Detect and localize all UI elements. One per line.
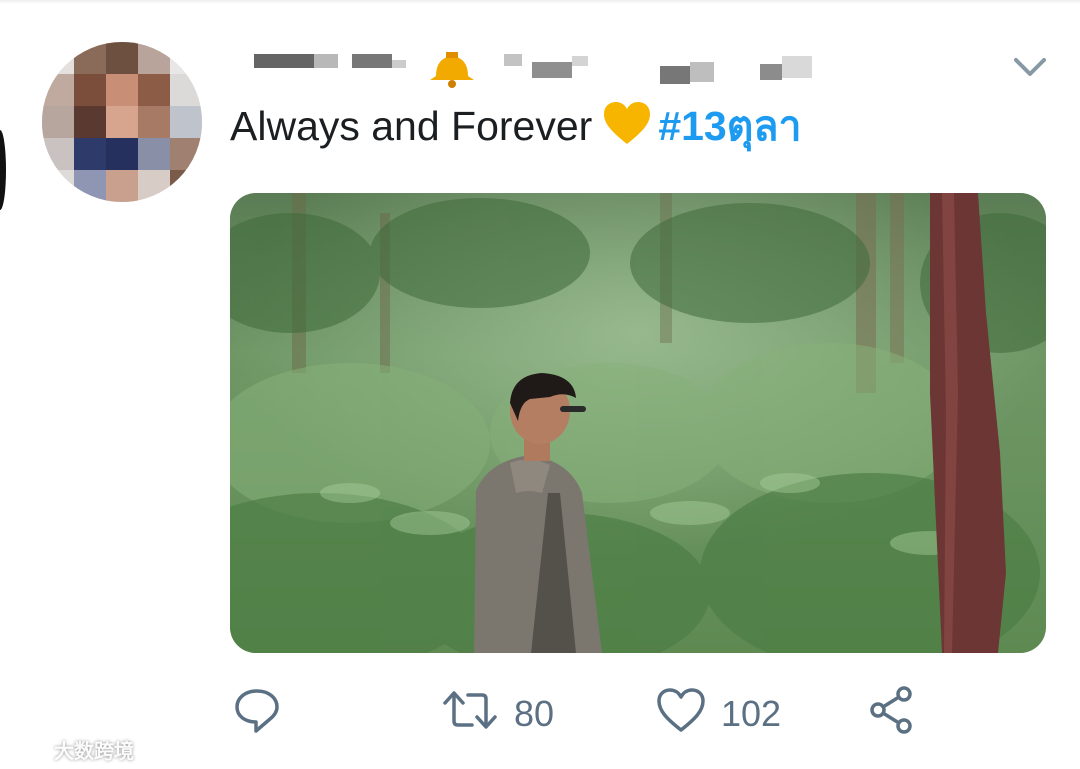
reply-button[interactable] [232,686,282,742]
like-count: 102 [721,693,782,734]
tweet-screen: Always and Forever #13ตุลา 80 102 大数跨境 [0,0,1080,769]
like-button[interactable]: 102 [655,686,781,742]
tweet-body: Always and Forever [230,103,593,149]
chevron-down-icon[interactable] [1010,52,1050,82]
tweet-text: Always and Forever #13ตุลา [230,100,802,152]
retweet-icon [440,685,500,744]
bell-emoji-icon [430,52,474,88]
tweet-actions: 80 102 [0,680,1080,750]
yellow-heart-icon [602,100,652,158]
share-icon [866,684,918,745]
left-edge-shadow [0,130,6,210]
avatar[interactable] [42,42,202,202]
watermark-logo-icon [10,739,48,757]
top-divider [0,0,1080,4]
retweet-count: 80 [514,693,555,734]
watermark-text: 大数跨境 [54,740,134,763]
tweet-photo[interactable] [230,193,1046,653]
reply-icon [232,685,282,744]
hashtag-link[interactable]: #13ตุลา [658,103,801,149]
author-name-redacted[interactable] [240,48,840,94]
share-button[interactable] [866,684,918,745]
watermark: 大数跨境 [10,732,134,766]
retweet-button[interactable]: 80 [440,686,554,742]
heart-icon [655,686,707,743]
